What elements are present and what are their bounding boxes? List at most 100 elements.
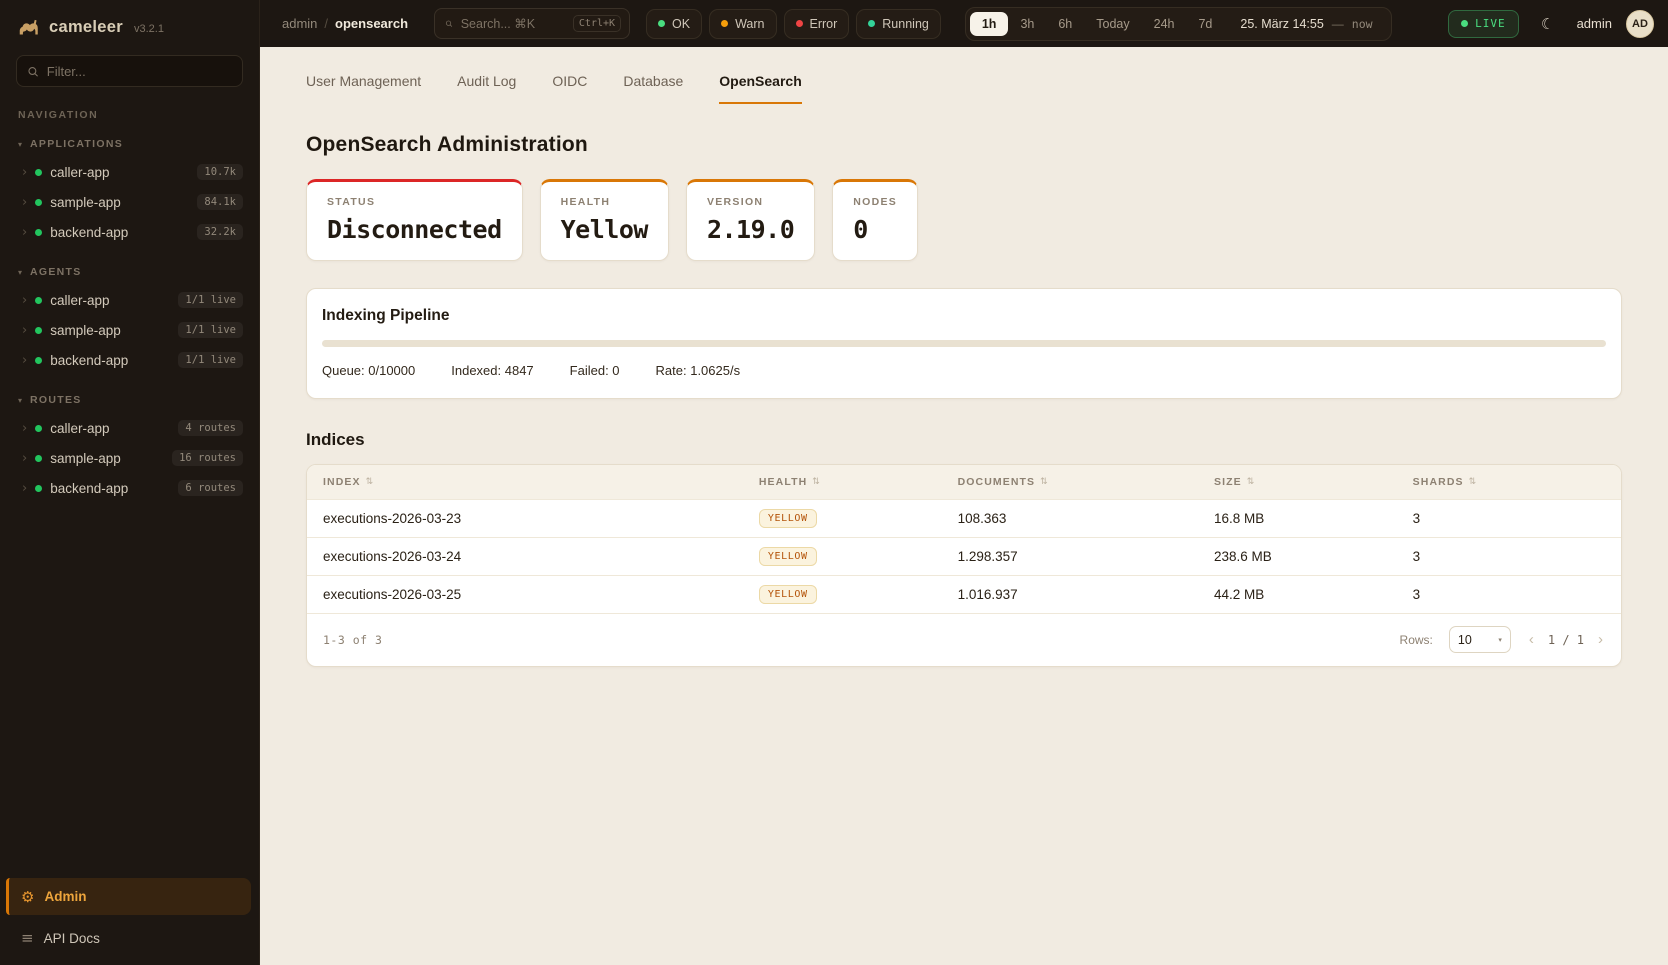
caret-down-icon: ▾	[18, 268, 22, 277]
item-badge: 6 routes	[178, 480, 243, 496]
sidebar-item-sample-app-agent[interactable]: › sample-app 1/1 live	[0, 315, 259, 345]
status-dot	[35, 455, 42, 462]
item-label: backend-app	[50, 481, 170, 496]
pipeline-queue: Queue: 0/10000	[322, 363, 415, 378]
stat-card-status: STATUS Disconnected	[306, 179, 523, 261]
cell-shards: 3	[1413, 549, 1605, 564]
item-badge: 32.2k	[197, 224, 243, 240]
breadcrumb-parent[interactable]: admin	[282, 16, 317, 31]
column-header-documents[interactable]: DOCUMENTS ⇅	[958, 476, 1214, 488]
tab-opensearch[interactable]: OpenSearch	[719, 73, 801, 104]
rows-per-page-select[interactable]: 10 ▾	[1449, 626, 1511, 653]
cell-shards: 3	[1413, 587, 1605, 602]
time-range-group: 1h 3h 6h Today 24h 7d 25. März 14:55 — n…	[965, 7, 1392, 41]
prev-page-button[interactable]: ‹	[1527, 632, 1536, 647]
section-header-applications[interactable]: ▾ APPLICATIONS	[0, 133, 259, 157]
section-header-agents[interactable]: ▾ AGENTS	[0, 261, 259, 285]
range-6h-button[interactable]: 6h	[1046, 12, 1084, 36]
column-header-size[interactable]: SIZE ⇅	[1214, 476, 1413, 488]
stat-label: VERSION	[707, 196, 794, 208]
table-footer: 1-3 of 3 Rows: 10 ▾ ‹ 1 / 1 ›	[307, 613, 1621, 666]
app-version: v3.2.1	[134, 23, 164, 35]
gear-icon: ⚙	[21, 888, 34, 906]
live-label: LIVE	[1475, 17, 1506, 30]
result-range: 1-3 of 3	[323, 633, 382, 647]
item-badge: 4 routes	[178, 420, 243, 436]
column-header-index[interactable]: INDEX ⇅	[323, 476, 759, 488]
range-3h-button[interactable]: 3h	[1008, 12, 1046, 36]
column-header-shards[interactable]: SHARDS ⇅	[1413, 476, 1605, 488]
search-icon	[27, 65, 39, 78]
column-header-health[interactable]: HEALTH ⇅	[759, 476, 958, 488]
sidebar-item-sample-app[interactable]: › sample-app 84.1k	[0, 187, 259, 217]
sidebar-item-caller-app-agent[interactable]: › caller-app 1/1 live	[0, 285, 259, 315]
caret-down-icon: ▾	[1498, 636, 1502, 644]
indices-title: Indices	[306, 430, 1622, 450]
date-range-picker[interactable]: 25. März 14:55 — now	[1224, 17, 1386, 31]
api-docs-label: API Docs	[44, 931, 100, 946]
item-badge: 1/1 live	[178, 352, 243, 368]
range-7d-button[interactable]: 7d	[1186, 12, 1224, 36]
status-dot	[35, 199, 42, 206]
dark-mode-toggle[interactable]: ☾	[1533, 9, 1563, 39]
section-label: ROUTES	[30, 394, 82, 406]
health-badge: YELLOW	[759, 547, 817, 566]
rows-per-page-value: 10	[1458, 633, 1472, 647]
page-indicator: 1 / 1	[1548, 633, 1584, 647]
rows-per-page-label: Rows:	[1400, 633, 1433, 647]
chevron-right-icon: ›	[22, 324, 27, 337]
range-24h-button[interactable]: 24h	[1142, 12, 1187, 36]
sort-icon: ⇅	[1247, 477, 1255, 487]
sidebar-item-backend-app-agent[interactable]: › backend-app 1/1 live	[0, 345, 259, 375]
filter-ok-button[interactable]: OK	[646, 9, 702, 39]
table-row[interactable]: executions-2026-03-25 YELLOW 1.016.937 4…	[307, 575, 1621, 613]
sidebar-item-sample-app-routes[interactable]: › sample-app 16 routes	[0, 443, 259, 473]
search-input[interactable]	[461, 17, 565, 31]
navigation-label: NAVIGATION	[0, 103, 259, 133]
range-today-button[interactable]: Today	[1084, 12, 1141, 36]
cell-documents: 1.298.357	[958, 549, 1214, 564]
filter-error-button[interactable]: Error	[784, 9, 850, 39]
live-dot-icon	[1461, 20, 1468, 27]
cell-size: 44.2 MB	[1214, 587, 1413, 602]
cell-documents: 108.363	[958, 511, 1214, 526]
item-label: backend-app	[50, 353, 170, 368]
moon-icon: ☾	[1541, 15, 1554, 33]
page-title: OpenSearch Administration	[306, 133, 1622, 157]
sidebar-item-backend-app-routes[interactable]: › backend-app 6 routes	[0, 473, 259, 503]
sidebar-item-caller-app[interactable]: › caller-app 10.7k	[0, 157, 259, 187]
sort-icon: ⇅	[812, 477, 820, 487]
item-label: caller-app	[50, 165, 189, 180]
table-row[interactable]: executions-2026-03-23 YELLOW 108.363 16.…	[307, 499, 1621, 537]
logo[interactable]: cameleer v3.2.1	[0, 0, 259, 49]
cell-size: 16.8 MB	[1214, 511, 1413, 526]
tab-database[interactable]: Database	[623, 73, 683, 104]
tab-user-management[interactable]: User Management	[306, 73, 421, 104]
sidebar-spacer	[0, 517, 259, 878]
table-row[interactable]: executions-2026-03-24 YELLOW 1.298.357 2…	[307, 537, 1621, 575]
sidebar-item-backend-app[interactable]: › backend-app 32.2k	[0, 217, 259, 247]
sidebar-item-admin[interactable]: ⚙ Admin	[6, 878, 251, 915]
next-page-button[interactable]: ›	[1596, 632, 1605, 647]
sort-icon: ⇅	[366, 477, 374, 487]
date-range-start: 25. März 14:55	[1240, 17, 1323, 31]
filter-label: Running	[882, 17, 929, 31]
filter-warn-button[interactable]: Warn	[709, 9, 776, 39]
sidebar-filter[interactable]	[16, 55, 243, 87]
sidebar-item-caller-app-routes[interactable]: › caller-app 4 routes	[0, 413, 259, 443]
tab-audit-log[interactable]: Audit Log	[457, 73, 516, 104]
filter-input[interactable]	[47, 64, 232, 79]
avatar[interactable]: AD	[1626, 10, 1654, 38]
live-toggle[interactable]: LIVE	[1448, 10, 1519, 38]
topbar-right: LIVE ☾ admin AD	[1448, 9, 1654, 39]
tab-oidc[interactable]: OIDC	[552, 73, 587, 104]
main-column: admin / opensearch Ctrl+K OK Warn	[260, 0, 1668, 965]
filter-running-button[interactable]: Running	[856, 9, 941, 39]
admin-label: Admin	[44, 889, 86, 904]
page: OpenSearch Administration STATUS Disconn…	[260, 133, 1668, 667]
status-dot	[35, 357, 42, 364]
global-search[interactable]: Ctrl+K	[434, 8, 630, 39]
sidebar-item-api-docs[interactable]: ≡ API Docs	[6, 921, 251, 955]
range-1h-button[interactable]: 1h	[970, 12, 1009, 36]
section-header-routes[interactable]: ▾ ROUTES	[0, 389, 259, 413]
